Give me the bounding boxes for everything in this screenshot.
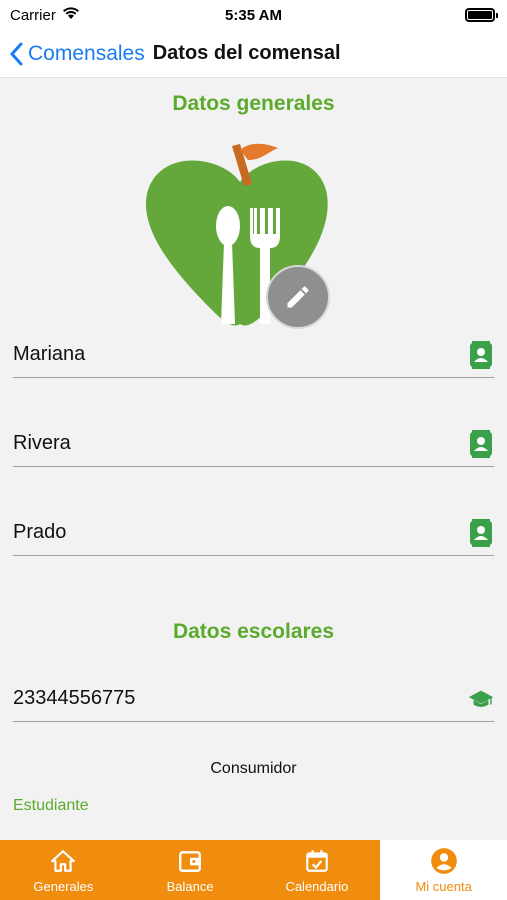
second-last-name-field[interactable]: Prado — [13, 510, 494, 556]
consumer-type-option[interactable]: Estudiante — [13, 797, 89, 815]
account-icon — [430, 847, 458, 875]
status-bar: Carrier 5:35 AM — [0, 0, 507, 30]
back-button[interactable]: Comensales — [0, 42, 145, 66]
wifi-icon — [62, 6, 80, 24]
contact-card-icon — [468, 340, 494, 369]
chevron-left-icon — [10, 42, 23, 65]
last-name-field[interactable]: Rivera — [13, 421, 494, 467]
tab-mi-cuenta[interactable]: Mi cuenta — [380, 840, 507, 900]
battery-icon — [465, 8, 498, 22]
tab-calendario[interactable]: Calendario — [253, 840, 381, 900]
edit-photo-button[interactable] — [266, 265, 330, 329]
tab-balance[interactable]: Balance — [126, 840, 254, 900]
carrier-label: Carrier — [10, 6, 56, 24]
contact-card-icon — [468, 518, 494, 547]
tab-generales[interactable]: Generales — [0, 840, 127, 900]
last-name-value: Rivera — [13, 432, 71, 454]
page-title: Datos del comensal — [152, 42, 341, 64]
tab-label: Calendario — [285, 878, 349, 894]
tab-label: Balance — [166, 878, 214, 894]
graduation-cap-icon — [468, 685, 494, 713]
school-id-value: 23344556775 — [13, 687, 136, 709]
general-section-title: Datos generales — [172, 92, 335, 115]
wallet-icon — [176, 847, 204, 875]
first-name-value: Mariana — [13, 343, 86, 365]
first-name-field[interactable]: Mariana — [13, 332, 494, 378]
navigation-bar: Comensales Datos del comensal — [0, 30, 507, 78]
consumer-label: Consumidor — [210, 760, 297, 777]
contact-card-icon — [468, 429, 494, 458]
second-last-name-value: Prado — [13, 521, 67, 543]
back-label: Comensales — [28, 41, 145, 65]
status-left: Carrier — [10, 6, 80, 24]
home-icon — [49, 847, 77, 875]
school-section-title: Datos escolares — [172, 620, 335, 643]
tab-bar: Generales Balance Calendario Mi cuenta — [0, 840, 507, 900]
pencil-icon — [287, 286, 309, 308]
school-id-field[interactable]: 23344556775 — [13, 676, 494, 722]
content-area: Datos generales Mariana Rivera Prado Dat… — [0, 78, 507, 840]
calendar-icon — [303, 847, 331, 875]
tab-label: Mi cuenta — [415, 878, 472, 894]
tab-label: Generales — [33, 878, 94, 894]
